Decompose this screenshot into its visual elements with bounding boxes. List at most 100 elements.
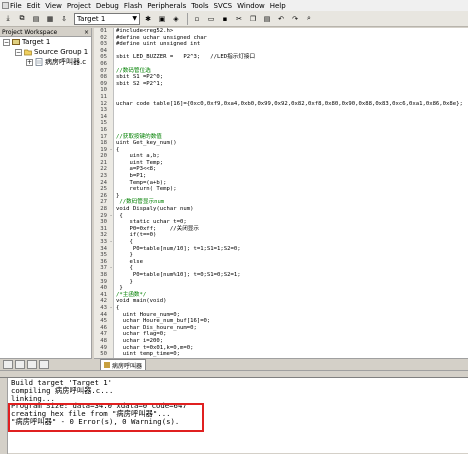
code-line: 17 //获取按键的数值 — [94, 134, 468, 141]
code-text: #include<reg52.h> — [116, 28, 174, 34]
new-file-icon[interactable]: ▫ — [191, 13, 203, 25]
menu-flash[interactable]: Flash — [124, 2, 142, 10]
code-line: 31 P0=0xff; //关闭显示 — [94, 226, 468, 233]
menu-label: Tools — [191, 1, 209, 10]
line-number: 27 — [100, 199, 107, 206]
collapse-icon[interactable]: − — [3, 38, 10, 46]
undo-icon[interactable]: ↶ — [275, 13, 287, 25]
code-line: 36 else — [94, 259, 468, 266]
line-number: 36 — [100, 258, 107, 265]
menu-view[interactable]: View — [45, 2, 62, 10]
expand-icon[interactable]: + — [26, 58, 33, 66]
menu-svcs[interactable]: SVCS — [214, 2, 233, 10]
tab-functions[interactable] — [27, 360, 37, 369]
find-icon[interactable]: ⌕ — [303, 13, 315, 25]
build-icon[interactable]: ▤ — [30, 13, 42, 25]
line-number: 45 — [100, 318, 107, 325]
tab-source-file[interactable]: 病房呼叫器 — [100, 359, 147, 370]
pack-installer-icon[interactable]: ◈ — [170, 13, 182, 25]
line-number: 09 — [100, 80, 107, 87]
code-line: 12 uchar code table[16]={0xc0,0xf9,0xa4,0… — [94, 101, 468, 108]
project-workspace-title: Project Workspace × — [0, 28, 91, 37]
menu-file[interactable]: File — [2, 2, 22, 10]
menu-label: SVCS — [213, 1, 233, 10]
menu-peripherals[interactable]: Peripherals — [147, 2, 186, 10]
project-workspace-panel: Project Workspace × − Target 1 − Source … — [0, 28, 92, 358]
code-text: uchar t=0x01,k=0,m=0; — [116, 344, 194, 351]
code-editor[interactable]: 01 #include<reg52.h> 02 #define uchar unsig… — [94, 28, 468, 358]
code-line: 03 #define uint unsigned int — [94, 41, 468, 48]
code-text: { — [116, 212, 123, 219]
line-number: 41 — [100, 291, 107, 298]
tab-project[interactable] — [3, 360, 13, 369]
line-number: 35 — [100, 252, 107, 259]
line-number: 23 — [100, 173, 107, 180]
menu-label: Window — [237, 1, 265, 10]
line-number: 32 — [100, 232, 107, 239]
menu-window[interactable]: Window — [237, 2, 265, 10]
save-icon[interactable]: ▪ — [219, 13, 231, 25]
line-number: 33 — [100, 239, 107, 245]
rebuild-icon[interactable]: ▦ — [44, 13, 56, 25]
code-line: 39 } — [94, 279, 468, 286]
download-icon[interactable]: ⤓ — [2, 13, 14, 25]
code-text: sbit S2 =P2^1; — [116, 80, 164, 87]
menu-edit[interactable]: Edit — [27, 2, 41, 10]
line-number: 20 — [100, 153, 107, 160]
cut-icon[interactable]: ✂ — [233, 13, 245, 25]
line-number: 01 — [100, 28, 107, 34]
code-line: 48 uchar i=200; — [94, 338, 468, 345]
line-number: 05 — [100, 54, 107, 61]
tree-item-target[interactable]: − Target 1 — [0, 37, 91, 47]
tree-item-source-group[interactable]: − Source Group 1 — [0, 47, 91, 57]
menu-label: Debug — [95, 1, 119, 10]
close-icon[interactable]: × — [84, 29, 89, 36]
line-number: 40 — [100, 285, 107, 292]
tab-books[interactable] — [15, 360, 25, 369]
menu-debug[interactable]: Debug — [96, 2, 119, 10]
tree-item-source-file[interactable]: + 病房呼叫器.c — [0, 57, 91, 67]
line-number: 24 — [100, 179, 107, 186]
copy-icon[interactable]: ❐ — [247, 13, 259, 25]
line-number: 17 — [100, 133, 107, 140]
code-line: 14 — [94, 114, 468, 121]
horizontal-scrollbar[interactable] — [0, 370, 468, 377]
target-select[interactable]: Target 1 ▼ — [74, 12, 140, 25]
line-number: 39 — [100, 278, 107, 285]
collapse-icon[interactable]: − — [15, 48, 22, 56]
menu-tools[interactable]: Tools — [191, 2, 208, 10]
menu-bar: File Edit View Project Debug Flash Peripherals… — [0, 0, 468, 11]
code-text: P0=0xff; //关闭显示 — [116, 225, 199, 232]
options-icon[interactable]: ✱ — [142, 13, 154, 25]
code-line: 18 uint Get_key_num() — [94, 140, 468, 147]
code-text: uint temp_time=0; — [116, 351, 180, 358]
code-text: { — [116, 146, 120, 153]
redo-icon[interactable]: ↷ — [289, 13, 301, 25]
line-number: 14 — [100, 113, 107, 120]
line-number: 11 — [100, 93, 107, 100]
code-line: 15 — [94, 120, 468, 127]
editor-tabs: 病房呼叫器 — [94, 358, 468, 370]
menu-help[interactable]: Help — [270, 2, 286, 10]
code-line: 34 P0=table[num/10]; t=1;S1=1;S2=0; — [94, 246, 468, 253]
menu-label: View — [45, 1, 62, 10]
tab-templates[interactable] — [39, 360, 49, 369]
code-line: 02 #define uchar unsigned char — [94, 35, 468, 42]
code-text: uchar Dis_houre_num=0; — [116, 324, 197, 331]
load-icon[interactable]: ⇩ — [58, 13, 70, 25]
file-menu-icon — [2, 2, 9, 9]
code-text: { — [116, 304, 120, 311]
manage-components-icon[interactable]: ▣ — [156, 13, 168, 25]
code-text: if(t==0) — [116, 232, 157, 239]
open-file-icon[interactable]: ▭ — [205, 13, 217, 25]
line-number: 28 — [100, 206, 107, 213]
code-line: 25 return( Temp); — [94, 186, 468, 193]
translate-icon[interactable]: ⧉ — [16, 13, 28, 25]
line-number: 44 — [100, 311, 107, 318]
menu-project[interactable]: Project — [67, 2, 91, 10]
target-icon — [12, 39, 20, 45]
line-number: 02 — [100, 34, 107, 41]
tree-item-label: Target 1 — [22, 38, 51, 46]
paste-icon[interactable]: ▤ — [261, 13, 273, 25]
